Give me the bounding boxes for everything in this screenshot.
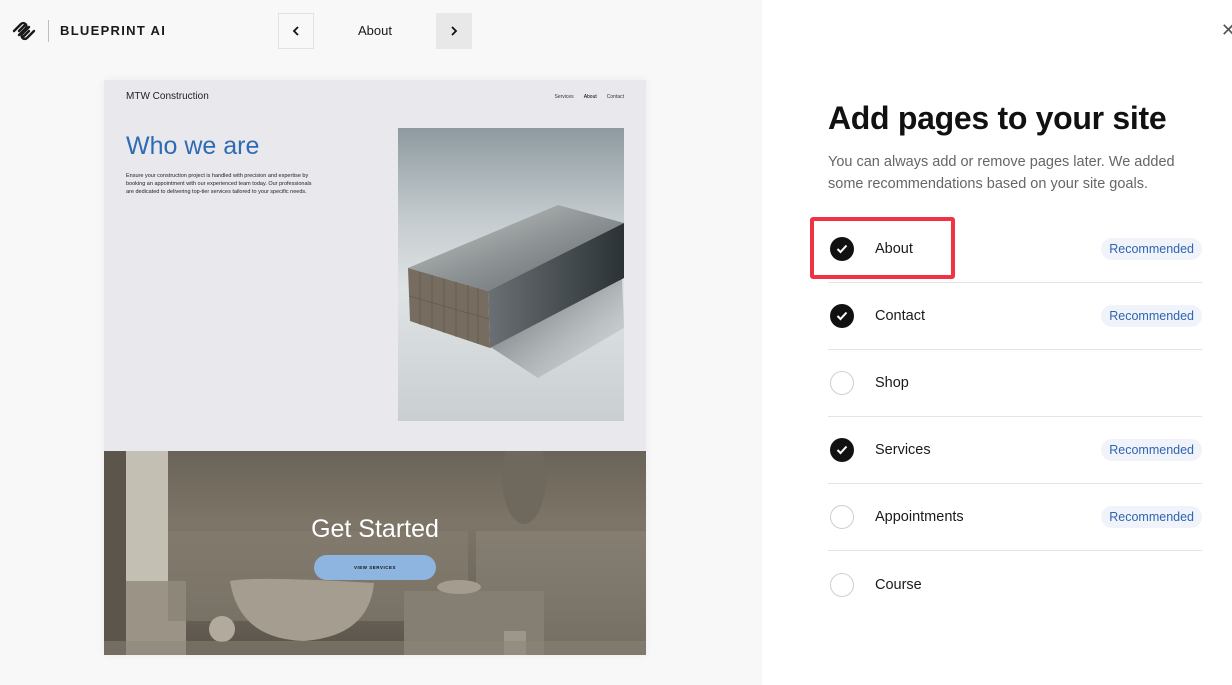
- brand-name: BLUEPRINT AI: [60, 23, 167, 38]
- chevron-right-icon: [451, 26, 458, 36]
- logo-divider: [48, 20, 49, 42]
- site-name: MTW Construction: [126, 91, 209, 102]
- site-nav-services[interactable]: Services: [555, 94, 574, 100]
- panel-description: You can always add or remove pages later…: [828, 154, 1175, 192]
- checkbox-unchecked-icon[interactable]: [830, 505, 854, 529]
- close-icon[interactable]: ✕: [1221, 20, 1232, 41]
- page-option-services[interactable]: Services Recommended: [828, 417, 1202, 484]
- page-option-appointments[interactable]: Appointments Recommended: [828, 484, 1202, 551]
- page-label: Services: [875, 442, 931, 458]
- page-option-shop[interactable]: Shop: [828, 350, 1202, 417]
- page-option-about[interactable]: About Recommended: [828, 216, 1202, 283]
- view-services-button[interactable]: VIEW SERVICES: [314, 555, 436, 580]
- stacked-wood-planks-image: [398, 128, 624, 421]
- next-page-button[interactable]: [436, 13, 472, 49]
- page-list: About Recommended Contact Recommended Sh…: [828, 216, 1202, 618]
- checkbox-checked-icon[interactable]: [830, 438, 854, 462]
- hero-title: Who we are: [126, 132, 260, 160]
- site-nav-contact[interactable]: Contact: [607, 94, 624, 100]
- panel-title: Add pages to your site: [828, 100, 1167, 136]
- recommended-badge: Recommended: [1101, 238, 1202, 260]
- page-label: About: [875, 241, 913, 257]
- cta-title: Get Started: [311, 515, 439, 543]
- bathroom-interior-image: Get Started VIEW SERVICES: [104, 451, 646, 655]
- page-option-course[interactable]: Course: [828, 551, 1202, 618]
- page-label: Shop: [875, 375, 909, 391]
- recommended-badge: Recommended: [1101, 439, 1202, 461]
- site-preview: MTW Construction Services About Contact …: [104, 80, 646, 655]
- checkbox-unchecked-icon[interactable]: [830, 371, 854, 395]
- checkbox-unchecked-icon[interactable]: [830, 572, 854, 597]
- site-nav-about[interactable]: About: [584, 94, 597, 100]
- recommended-badge: Recommended: [1101, 506, 1202, 528]
- add-pages-panel: ✕ Add pages to your site You can always …: [762, 0, 1232, 685]
- site-nav: Services About Contact: [555, 94, 625, 100]
- page-label: Appointments: [875, 509, 964, 525]
- page-label: Contact: [875, 308, 925, 324]
- chevron-left-icon: [292, 26, 299, 36]
- hero-text: Ensure your construction project is hand…: [126, 173, 312, 195]
- checkbox-checked-icon[interactable]: [830, 304, 854, 328]
- page-option-contact[interactable]: Contact Recommended: [828, 283, 1202, 350]
- page-label: Course: [875, 576, 922, 593]
- squarespace-logo-icon[interactable]: [11, 20, 37, 42]
- recommended-badge: Recommended: [1101, 305, 1202, 327]
- current-page-title: About: [358, 23, 392, 38]
- checkbox-checked-icon[interactable]: [830, 237, 854, 261]
- previous-page-button[interactable]: [278, 13, 314, 49]
- preview-pane: BLUEPRINT AI About MTW Construction Serv…: [0, 0, 762, 685]
